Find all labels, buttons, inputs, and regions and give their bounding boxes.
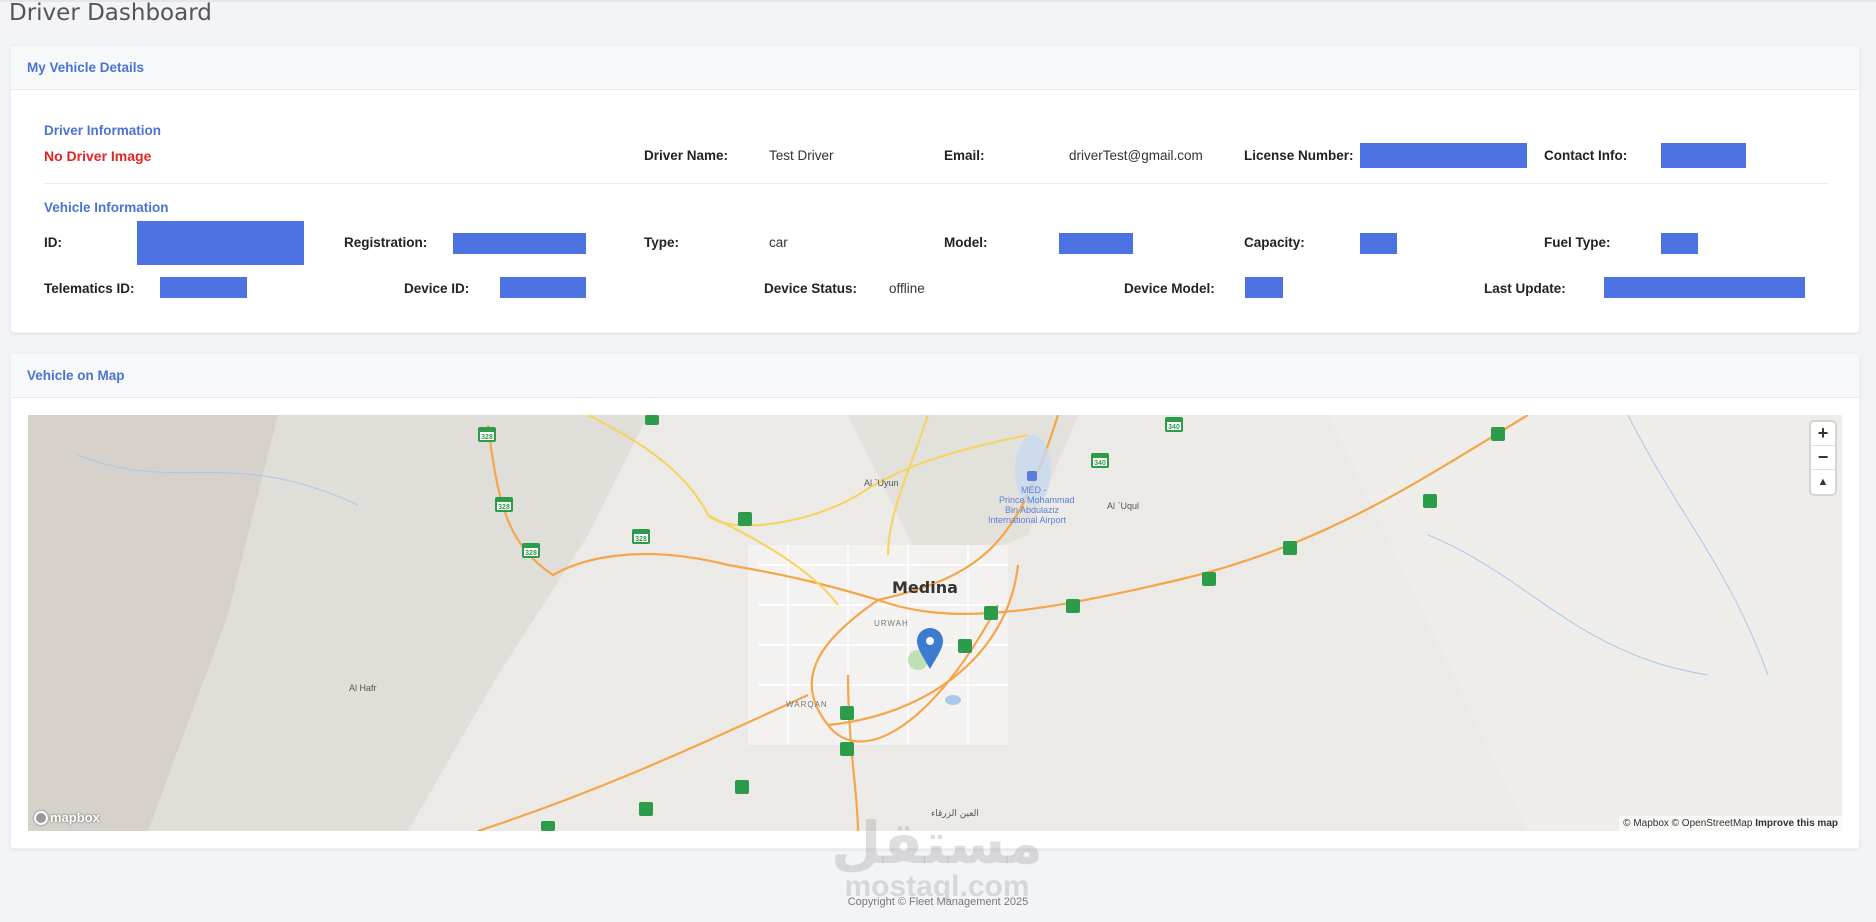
driver-info-heading: Driver Information	[44, 123, 162, 138]
compass-button[interactable]: ▲	[1811, 470, 1835, 494]
device-id-value-redacted	[500, 277, 586, 298]
fuel-type-value-redacted	[1661, 233, 1698, 254]
watermark: مستقل mostaql.com	[822, 814, 1052, 902]
svg-text:328: 328	[498, 504, 510, 511]
telematics-id-label: Telematics ID:	[44, 281, 135, 296]
fuel-type-label: Fuel Type:	[1544, 235, 1611, 250]
device-status-value: offline	[889, 281, 925, 296]
mapbox-logo-text: mapbox	[50, 810, 100, 825]
driver-name-value: Test Driver	[769, 148, 834, 163]
map-label-warqan: WARQAN	[786, 700, 828, 709]
telematics-id-value-redacted	[160, 277, 247, 298]
zoom-in-button[interactable]: +	[1811, 422, 1835, 446]
vehicle-details-card: My Vehicle Details Driver Information No…	[10, 45, 1860, 333]
card-header: My Vehicle Details	[11, 46, 1859, 90]
device-id-label: Device ID:	[404, 281, 470, 296]
map-label-al-uqul: Al `Uqul	[1107, 501, 1140, 511]
zoom-out-button[interactable]: −	[1811, 446, 1835, 470]
map-canvas[interactable]: 328 328 328 328 340 340 Medina Al `Uyun …	[28, 415, 1842, 831]
map-label-urwah: URWAH	[874, 619, 909, 628]
map-label-al-hafr: Al Hafr	[349, 683, 377, 693]
divider	[44, 183, 1829, 184]
map-label-city: Medina	[892, 578, 958, 597]
map-label-airport-2: Prince Mohammad	[999, 495, 1075, 505]
model-label: Model:	[944, 235, 988, 250]
registration-value-redacted	[453, 233, 586, 254]
footer-copyright: Copyright © Fleet Management 2025	[847, 896, 1029, 908]
contact-label: Contact Info:	[1544, 148, 1628, 163]
map-label-airport-3: Bin Abdulaziz	[1005, 505, 1060, 515]
vehicle-map-card: Vehicle on Map 328 328 328 328 340 340 M…	[10, 353, 1860, 849]
license-label: License Number:	[1244, 148, 1354, 163]
capacity-label: Capacity:	[1244, 235, 1305, 250]
improve-map-link[interactable]: Improve this map	[1755, 818, 1838, 829]
top-border	[0, 0, 1876, 2]
svg-text:328: 328	[635, 536, 647, 543]
device-model-value-redacted	[1245, 277, 1283, 298]
last-update-value-redacted	[1604, 277, 1805, 298]
map-label-airport-4: International Airport	[988, 515, 1067, 525]
email-value: driverTest@gmail.com	[1069, 148, 1203, 163]
map-controls: + − ▲	[1811, 422, 1835, 494]
attribution-text[interactable]: © Mapbox © OpenStreetMap	[1623, 818, 1752, 829]
contact-value-redacted	[1661, 143, 1746, 168]
no-driver-image-text: No Driver Image	[44, 148, 152, 164]
mapbox-logo-icon	[34, 810, 48, 825]
vehicle-info-heading: Vehicle Information	[44, 200, 169, 215]
type-value: car	[769, 235, 788, 250]
map-label-al-uyun: Al `Uyun	[864, 478, 899, 488]
id-value-redacted	[137, 221, 304, 265]
card-header: Vehicle on Map	[11, 354, 1859, 398]
watermark-arabic: مستقل	[830, 809, 1044, 877]
map-attribution: © Mapbox © OpenStreetMap Improve this ma…	[1619, 816, 1842, 831]
mapbox-logo[interactable]: mapbox	[34, 810, 100, 825]
device-model-label: Device Model:	[1124, 281, 1215, 296]
model-value-redacted	[1059, 233, 1133, 254]
registration-label: Registration:	[344, 235, 428, 250]
svg-text:328: 328	[525, 550, 537, 557]
capacity-value-redacted	[1360, 233, 1397, 254]
card-title: Vehicle on Map	[27, 368, 125, 383]
id-label: ID:	[44, 235, 62, 250]
map-tiles: 328 328 328 328 340 340	[28, 415, 1842, 831]
type-label: Type:	[644, 235, 680, 250]
svg-text:340: 340	[1094, 460, 1106, 467]
device-status-label: Device Status:	[764, 281, 858, 296]
email-label: Email:	[944, 148, 985, 163]
map-label-airport-1: MED -	[1021, 485, 1047, 495]
svg-text:328: 328	[481, 434, 493, 441]
driver-name-label: Driver Name:	[644, 148, 729, 163]
card-title: My Vehicle Details	[27, 60, 145, 75]
page-title: Driver Dashboard	[9, 0, 212, 26]
license-value-redacted	[1360, 143, 1527, 168]
svg-text:340: 340	[1168, 424, 1180, 431]
last-update-label: Last Update:	[1484, 281, 1566, 296]
